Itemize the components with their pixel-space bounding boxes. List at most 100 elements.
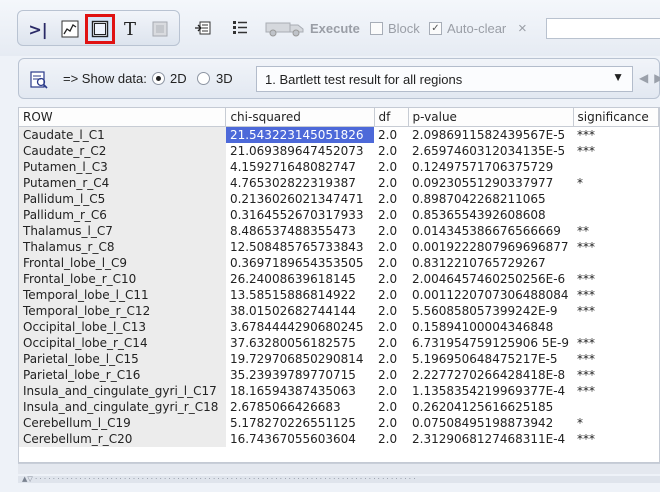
table-cell[interactable]: 2.0 bbox=[374, 239, 408, 255]
table-cell[interactable]: *** bbox=[573, 303, 659, 319]
table-cell[interactable]: 0.8987042268211065 bbox=[408, 191, 573, 207]
table-cell[interactable]: 12.508485765733843 bbox=[226, 239, 374, 255]
table-row[interactable]: Thalamus_r_C8 12.508485765733843 2.0 0.0019… bbox=[19, 238, 659, 255]
column-header[interactable]: p-value bbox=[408, 108, 574, 127]
row-name-cell[interactable]: Frontal_lobe_l_C9 bbox=[19, 254, 226, 271]
row-name-cell[interactable]: Caudate_r_C2 bbox=[19, 142, 226, 159]
table-cell[interactable] bbox=[573, 255, 659, 271]
row-name-cell[interactable]: Insula_and_cingulate_gyri_l_C17 bbox=[19, 382, 226, 399]
table-cell[interactable]: 2.3129068127468311E-4 bbox=[408, 431, 573, 447]
row-name-cell[interactable]: Temporal_lobe_r_C12 bbox=[19, 302, 226, 319]
radio-2d[interactable] bbox=[152, 72, 165, 85]
text-mode-button[interactable]: T bbox=[118, 17, 142, 41]
row-name-cell[interactable]: Frontal_lobe_r_C10 bbox=[19, 270, 226, 287]
table-cell[interactable]: 0.3164552670317933 bbox=[226, 207, 374, 223]
execute-button[interactable]: Execute bbox=[265, 16, 360, 40]
table-row[interactable]: Pallidum_r_C6 0.3164552670317933 2.0 0.8536… bbox=[19, 206, 659, 223]
table-cell[interactable]: *** bbox=[573, 431, 659, 447]
table-cell[interactable]: 2.0 bbox=[374, 431, 408, 447]
table-cell[interactable]: 0.2136026021347471 bbox=[226, 191, 374, 207]
table-cell[interactable]: * bbox=[573, 175, 659, 191]
table-cell[interactable]: 5.178270226551125 bbox=[226, 415, 374, 431]
table-cell[interactable]: 2.2277270266428418E-8 bbox=[408, 367, 573, 383]
table-cell[interactable]: 26.24008639618145 bbox=[226, 271, 374, 287]
row-name-cell[interactable]: Thalamus_l_C7 bbox=[19, 222, 226, 239]
table-row[interactable]: Occipital_lobe_r_C14 37.63280056182575 2.0… bbox=[19, 334, 659, 351]
table-cell[interactable]: 2.0 bbox=[374, 255, 408, 271]
horizontal-scrollbar[interactable] bbox=[18, 463, 660, 474]
table-cell[interactable]: 4.159271648082747 bbox=[226, 159, 374, 175]
table-cell[interactable]: 2.0 bbox=[374, 303, 408, 319]
table-cell[interactable]: 0.8312210765729267 bbox=[408, 255, 573, 271]
table-cell[interactable]: 2.0 bbox=[374, 126, 408, 143]
table-cell[interactable]: 0.014345386676566669 bbox=[408, 223, 573, 239]
table-cell[interactable]: 2.6597460312034135E-5 bbox=[408, 143, 573, 159]
table-cell[interactable]: 2.0 bbox=[374, 223, 408, 239]
table-cell[interactable] bbox=[573, 207, 659, 223]
table-cell[interactable]: *** bbox=[573, 271, 659, 287]
table-cell[interactable]: 6.731954759125906 5E-9 bbox=[408, 335, 573, 351]
row-name-cell[interactable]: Cerebellum_l_C19 bbox=[19, 414, 226, 431]
table-row[interactable]: Frontal_lobe_l_C9 0.3697189654353505 2.0 0.… bbox=[19, 254, 659, 271]
table-cell[interactable]: 35.23939789770715 bbox=[226, 367, 374, 383]
table-cell[interactable]: *** bbox=[573, 126, 659, 143]
chart-mode-button[interactable] bbox=[58, 17, 82, 41]
column-header[interactable]: df bbox=[374, 108, 409, 127]
result-nav-arrows[interactable]: ◀▶ bbox=[639, 71, 660, 85]
table-cell[interactable]: 2.0 bbox=[374, 287, 408, 303]
table-cell[interactable]: 13.58515886814922 bbox=[226, 287, 374, 303]
clear-button[interactable]: × bbox=[518, 16, 527, 40]
table-cell[interactable]: * bbox=[573, 415, 659, 431]
table-cell[interactable] bbox=[573, 319, 659, 335]
table-cell[interactable]: *** bbox=[573, 335, 659, 351]
script-mode-button[interactable]: >| bbox=[26, 17, 50, 41]
search-input[interactable] bbox=[546, 18, 660, 39]
row-name-cell[interactable]: Temporal_lobe_l_C11 bbox=[19, 286, 226, 303]
column-header[interactable]: significance bbox=[573, 108, 659, 127]
table-row[interactable]: Frontal_lobe_r_C10 26.24008639618145 2.0 2.… bbox=[19, 270, 659, 287]
table-cell[interactable] bbox=[573, 191, 659, 207]
table-cell[interactable]: 2.0 bbox=[374, 335, 408, 351]
table-cell[interactable]: 0.0019222807969696877 bbox=[408, 239, 573, 255]
table-cell[interactable]: 2.0 bbox=[374, 143, 408, 159]
table-cell[interactable]: *** bbox=[573, 143, 659, 159]
block-checkbox[interactable] bbox=[370, 21, 383, 35]
table-row[interactable]: Pallidum_l_C5 0.2136026021347471 2.0 0.8987… bbox=[19, 190, 659, 207]
row-name-cell[interactable]: Putamen_l_C3 bbox=[19, 158, 226, 175]
table-row[interactable]: Insula_and_cingulate_gyri_r_C18 2.6785066… bbox=[19, 398, 659, 415]
image-mode-button[interactable] bbox=[148, 17, 172, 41]
row-name-cell[interactable]: Thalamus_r_C8 bbox=[19, 238, 226, 255]
table-cell[interactable]: 4.765302822319387 bbox=[226, 175, 374, 191]
table-row[interactable]: Temporal_lobe_r_C12 38.01502682744144 2.0 5… bbox=[19, 302, 659, 319]
table-cell[interactable]: 2.0 bbox=[374, 351, 408, 367]
table-row[interactable]: Cerebellum_l_C19 5.178270226551125 2.0 0.07… bbox=[19, 414, 659, 431]
table-cell[interactable]: *** bbox=[573, 239, 659, 255]
table-cell[interactable]: ** bbox=[573, 223, 659, 239]
table-cell[interactable]: 5.560858057399242E-9 bbox=[408, 303, 573, 319]
table-cell[interactable]: 0.15894100004346848 bbox=[408, 319, 573, 335]
table-row[interactable]: Parietal_lobe_r_C16 35.23939789770715 2.0 2… bbox=[19, 366, 659, 383]
result-select[interactable]: 1. Bartlett test result for all regions … bbox=[256, 66, 633, 92]
table-cell[interactable]: 3.6784444290680245 bbox=[226, 319, 374, 335]
table-cell[interactable]: 21.069389647452073 bbox=[226, 143, 374, 159]
table-cell[interactable]: 2.0 bbox=[374, 399, 408, 415]
split-divider[interactable]: ▲▽ · · · · · · · · · · · · · · · · · · ·… bbox=[18, 476, 660, 483]
block-toggle[interactable]: Block bbox=[370, 16, 420, 40]
table-cell[interactable]: 37.63280056182575 bbox=[226, 335, 374, 351]
column-header[interactable]: chi-squared bbox=[225, 108, 375, 127]
table-cell[interactable]: 2.0 bbox=[374, 319, 408, 335]
import-button[interactable] bbox=[194, 16, 212, 40]
autoclear-toggle[interactable]: ✓ Auto-clear bbox=[429, 16, 506, 40]
table-cell[interactable]: 2.0 bbox=[374, 271, 408, 287]
table-cell[interactable]: 0.8536554392608608 bbox=[408, 207, 573, 223]
table-row[interactable]: Caudate_l_C1 21.543223145051826 2.0 2.09869… bbox=[19, 126, 659, 143]
table-cell[interactable]: 2.0 bbox=[374, 367, 408, 383]
table-cell[interactable]: 0.0011220707306488084 bbox=[408, 287, 573, 303]
table-row[interactable]: Cerebellum_r_C20 16.74367055603604 2.0 2.31… bbox=[19, 430, 659, 447]
table-cell[interactable]: 2.0 bbox=[374, 415, 408, 431]
table-cell[interactable]: *** bbox=[573, 383, 659, 399]
autoclear-checkbox[interactable]: ✓ bbox=[429, 21, 442, 35]
table-row[interactable]: Thalamus_l_C7 8.486537488355473 2.0 0.01434… bbox=[19, 222, 659, 239]
row-name-cell[interactable]: Caudate_l_C1 bbox=[19, 126, 226, 143]
table-cell[interactable]: *** bbox=[573, 351, 659, 367]
